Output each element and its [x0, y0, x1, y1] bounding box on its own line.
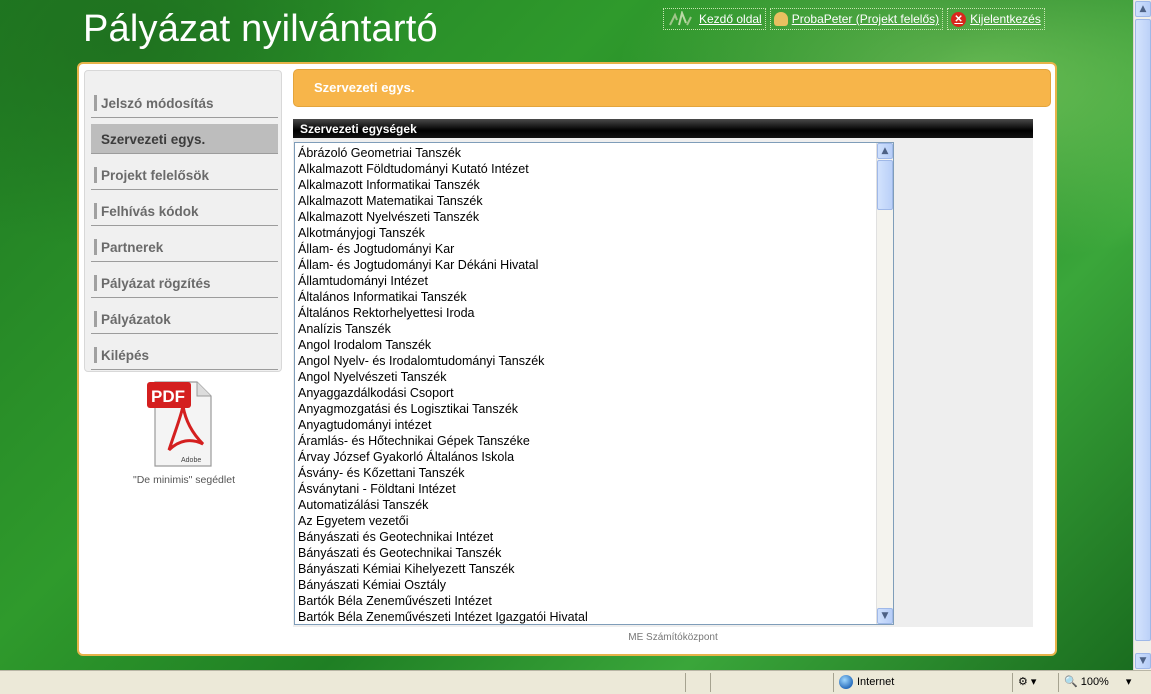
- section-title: Szervezeti egys.: [314, 80, 415, 95]
- user-icon: [773, 12, 788, 26]
- list-item[interactable]: Anyagtudományi intézet: [298, 417, 588, 433]
- logout-link-label: Kijelentkezés: [970, 12, 1041, 26]
- list-item[interactable]: Alkalmazott Nyelvészeti Tanszék: [298, 209, 588, 225]
- logout-link[interactable]: ✕ Kijelentkezés: [947, 8, 1045, 30]
- list-item[interactable]: Bányászati Kémiai Kihelyezett Tanszék: [298, 561, 588, 577]
- list-panel: Ábrázoló Geometriai Tanszék Alkalmazott F…: [293, 138, 1033, 627]
- scroll-thumb[interactable]: [877, 160, 893, 210]
- home-link-label: Kezdő oldal: [699, 12, 762, 26]
- shield-icon: ⚙: [1018, 676, 1028, 688]
- list-item[interactable]: Árvay József Gyakorló Általános Iskola: [298, 449, 588, 465]
- zoom-level: 100%: [1080, 675, 1109, 688]
- zoom-icon: 🔍: [1064, 676, 1078, 688]
- list-item[interactable]: Áramlás- és Hőtechnikai Gépek Tanszéke: [298, 433, 588, 449]
- pdf-badge-text: PDF: [151, 387, 185, 406]
- sidebar-item-label: Pályázat rögzítés: [101, 276, 211, 291]
- list-item[interactable]: Angol Nyelv- és Irodalomtudományi Tanszé…: [298, 353, 588, 369]
- list-item[interactable]: Államtudományi Intézet: [298, 273, 588, 289]
- sidebar-item-label: Partnerek: [101, 240, 164, 255]
- list-item[interactable]: Analízis Tanszék: [298, 321, 588, 337]
- list-item[interactable]: Alkotmányjogi Tanszék: [298, 225, 588, 241]
- browser-scroll-down-icon[interactable]: ▼: [1135, 653, 1151, 669]
- sidebar-item-logout[interactable]: Kilépés: [91, 340, 278, 370]
- scroll-down-icon[interactable]: ▼: [877, 608, 893, 624]
- security-zone: Internet: [839, 675, 894, 689]
- browser-scrollbar[interactable]: ▲ ▼: [1133, 0, 1151, 670]
- globe-icon: [839, 675, 853, 689]
- home-link[interactable]: Kezdő oldal: [663, 8, 766, 30]
- protected-mode-button[interactable]: ⚙ ▾: [1018, 675, 1036, 688]
- scroll-up-icon[interactable]: ▲: [877, 143, 893, 159]
- section-header: Szervezeti egys.: [293, 69, 1051, 107]
- top-links: Kezdő oldal ProbaPeter (Projekt felelős)…: [663, 8, 1045, 30]
- sidebar-item-call-codes[interactable]: Felhívás kódok: [91, 196, 278, 226]
- browser-scroll-thumb[interactable]: [1135, 19, 1151, 641]
- pdf-brand-text: Adobe: [181, 457, 201, 464]
- list-item[interactable]: Bartók Béla Zeneművészeti Intézet Igazga…: [298, 609, 588, 624]
- list-item[interactable]: Anyaggazdálkodási Csoport: [298, 385, 588, 401]
- list-item[interactable]: Az Egyetem vezetői: [298, 513, 588, 529]
- pdf-caption[interactable]: "De minimis" segédlet: [119, 474, 249, 486]
- list-item[interactable]: Angol Nyelvészeti Tanszék: [298, 369, 588, 385]
- list-item[interactable]: Ábrázoló Geometriai Tanszék: [298, 145, 588, 161]
- sidebar-item-label: Projekt felelősök: [101, 168, 210, 183]
- page-background: Pályázat nyilvántartó Kezdő oldal ProbaP…: [0, 0, 1133, 670]
- list-item[interactable]: Alkalmazott Matematikai Tanszék: [298, 193, 588, 209]
- main-container: Jelszó módosítás Szervezeti egys. Projek…: [77, 62, 1057, 656]
- list-item[interactable]: Bartók Béla Zeneművészeti Intézet: [298, 593, 588, 609]
- home-icon: [667, 9, 695, 27]
- zone-label: Internet: [857, 676, 895, 688]
- list-item[interactable]: Bányászati Kémiai Osztály: [298, 577, 588, 593]
- list-item[interactable]: Bányászati és Geotechnikai Intézet: [298, 529, 588, 545]
- sidebar-item-project-managers[interactable]: Projekt felelősök: [91, 160, 278, 190]
- list-title-bar: Szervezeti egységek: [293, 119, 1033, 138]
- list-item[interactable]: Anyagmozgatási és Logisztikai Tanszék: [298, 401, 588, 417]
- sidebar-menu: Jelszó módosítás Szervezeti egys. Projek…: [84, 70, 282, 372]
- list-item[interactable]: Ásványtani - Földtani Intézet: [298, 481, 588, 497]
- sidebar-item-application-entry[interactable]: Pályázat rögzítés: [91, 268, 278, 298]
- sidebar-item-label: Kilépés: [101, 348, 150, 363]
- org-units-listbox[interactable]: Ábrázoló Geometriai Tanszék Alkalmazott F…: [294, 142, 894, 625]
- browser-scroll-up-icon[interactable]: ▲: [1135, 1, 1151, 17]
- list-item[interactable]: Állam- és Jogtudományi Kar Dékáni Hivata…: [298, 257, 588, 273]
- list-item[interactable]: Alkalmazott Informatikai Tanszék: [298, 177, 588, 193]
- logout-icon: ✕: [951, 11, 967, 27]
- site-title: Pályázat nyilvántartó: [83, 8, 438, 50]
- pdf-icon[interactable]: PDF Adobe: [147, 376, 217, 468]
- sidebar-item-label: Szervezeti egys.: [101, 132, 206, 147]
- user-link[interactable]: ProbaPeter (Projekt felelős): [769, 8, 944, 30]
- list-item[interactable]: Bányászati és Geotechnikai Tanszék: [298, 545, 588, 561]
- org-units-list: Ábrázoló Geometriai Tanszék Alkalmazott F…: [298, 145, 588, 624]
- list-item[interactable]: Angol Irodalom Tanszék: [298, 337, 588, 353]
- list-item[interactable]: Általános Rektorhelyettesi Iroda: [298, 305, 588, 321]
- sidebar-item-label: Jelszó módosítás: [101, 96, 214, 111]
- sidebar-item-label: Felhívás kódok: [101, 204, 199, 219]
- chevron-down-icon: ▾: [1125, 676, 1132, 688]
- chevron-down-icon: ▾: [1030, 676, 1037, 688]
- footer: ME Számítóközpont: [628, 632, 718, 643]
- sidebar-item-password[interactable]: Jelszó módosítás: [91, 88, 278, 118]
- sidebar-item-org-units[interactable]: Szervezeti egys.: [91, 124, 278, 154]
- sidebar-item-label: Pályázatok: [101, 312, 171, 327]
- sidebar-item-applications[interactable]: Pályázatok: [91, 304, 278, 334]
- listbox-scrollbar[interactable]: ▲ ▼: [876, 143, 893, 624]
- status-bar: Internet ⚙ ▾ 🔍 100% ▾: [0, 670, 1151, 694]
- user-link-label: ProbaPeter (Projekt felelős): [791, 12, 940, 26]
- list-item[interactable]: Állam- és Jogtudományi Kar: [298, 241, 588, 257]
- list-item[interactable]: Ásvány- és Kőzettani Tanszék: [298, 465, 588, 481]
- list-item[interactable]: Általános Informatikai Tanszék: [298, 289, 588, 305]
- zoom-button[interactable]: 🔍 100% ▾: [1064, 675, 1132, 689]
- list-item[interactable]: Alkalmazott Földtudományi Kutató Intézet: [298, 161, 588, 177]
- list-item[interactable]: Automatizálási Tanszék: [298, 497, 588, 513]
- sidebar-item-partners[interactable]: Partnerek: [91, 232, 278, 262]
- list-title: Szervezeti egységek: [300, 122, 417, 136]
